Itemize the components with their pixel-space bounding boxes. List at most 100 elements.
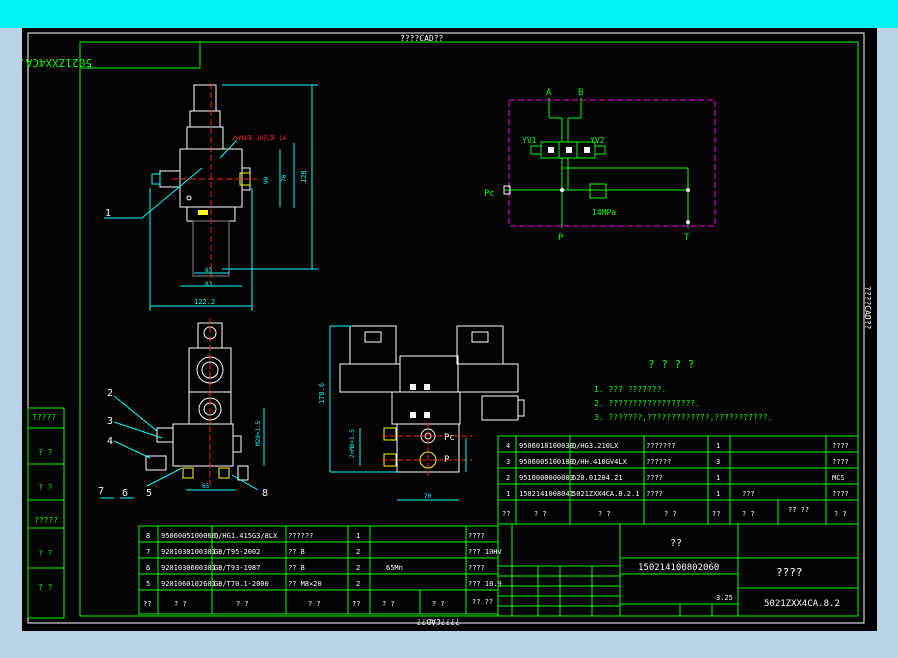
svg-text:? ?: ? ? <box>664 510 677 518</box>
svg-text:??: ?? <box>670 538 682 549</box>
svg-text:??: ?? <box>712 510 720 518</box>
svg-text:4: 4 <box>506 442 510 450</box>
svg-text:YV2: YV2 <box>590 136 605 145</box>
front-hole-note: 2×M8深 10孔深 14 <box>232 134 287 142</box>
svg-text:8: 8 <box>262 488 268 499</box>
svg-text:Q/HG3.210LX: Q/HG3.210LX <box>572 442 619 450</box>
lower-bom: 8 9506005100060Q/HG1.415G3/8LX?????? 1????… <box>138 525 503 615</box>
svg-text:7: 7 <box>146 548 150 556</box>
svg-text:??: ?? <box>352 600 360 608</box>
svg-text:9201030600301: 9201030600301 <box>161 564 216 572</box>
svg-text:? ?: ? ? <box>38 448 53 457</box>
svg-text:YV1: YV1 <box>522 136 537 145</box>
side-view: 2 3 4 5 6 7 8 M20×1.5 65 <box>98 318 268 499</box>
svg-text:? ?: ? ? <box>382 600 395 608</box>
svg-text:?? 8: ?? 8 <box>288 564 305 572</box>
svg-text:????: ???? <box>832 442 849 450</box>
svg-text:?????: ????? <box>34 516 58 525</box>
svg-text:? ?: ? ? <box>432 600 445 608</box>
svg-text:2: 2 <box>356 580 360 588</box>
svg-text:2: 2 <box>356 564 360 572</box>
svg-text:2. ??????????????????.: 2. ??????????????????. <box>594 399 700 408</box>
svg-text:3: 3 <box>107 416 113 427</box>
svg-text:1: 1 <box>716 442 720 450</box>
title-bar <box>0 0 898 28</box>
stamp-text: 5021ZXX4CA.8.2 <box>22 56 92 69</box>
svg-text:? ?: ? ? <box>598 510 611 518</box>
svg-text:5021ZXX4CA.8.2.1: 5021ZXX4CA.8.2.1 <box>572 490 639 498</box>
cad-canvas[interactable]: ????CAD?? ????CAD?? ????CAD?? 5021ZXX4CA… <box>22 28 877 631</box>
svg-text:128: 128 <box>300 170 308 183</box>
svg-text:Q/HH.410GV4LX: Q/HH.410GV4LX <box>572 458 628 466</box>
svg-text:178.6: 178.6 <box>318 383 326 404</box>
svg-text:65Mn: 65Mn <box>386 564 403 572</box>
svg-text:?? ??: ?? ?? <box>788 506 809 514</box>
svg-text:Pc: Pc <box>484 189 495 199</box>
svg-text:????: ???? <box>646 490 663 498</box>
svg-text:? ?: ? ? <box>534 510 547 518</box>
svg-text:5021ZXX4CA.8.2: 5021ZXX4CA.8.2 <box>764 599 840 609</box>
svg-text:6: 6 <box>146 564 150 572</box>
bottom-frame-label: ????CAD?? <box>416 617 460 626</box>
svg-text:??: ?? <box>143 600 151 608</box>
svg-text:????: ???? <box>468 532 485 540</box>
svg-text:70: 70 <box>281 174 288 182</box>
svg-text:??? 10HV: ??? 10HV <box>468 548 503 556</box>
svg-text:?? 8: ?? 8 <box>288 548 305 556</box>
svg-text:??? 10.9: ??? 10.9 <box>468 580 502 588</box>
svg-text:? ?: ? ? <box>834 510 847 518</box>
upper-bom-header: ?? ? ? ? ? ? ??? ? ? ?? ?? ? ? <box>502 506 847 518</box>
right-frame-label: ????CAD?? <box>863 286 872 330</box>
svg-text:MCS: MCS <box>832 474 845 482</box>
svg-text:5: 5 <box>146 580 150 588</box>
svg-text:65: 65 <box>205 267 213 274</box>
svg-text:1: 1 <box>716 474 720 482</box>
upper-bom: 4 9506018100030Q/HG3.210LX??????? 1???? 3 9… <box>497 435 859 525</box>
svg-text:3. ???????,?????????????,?????: 3. ???????,?????????????,???????????. <box>594 413 772 422</box>
upper-bom-rows: 4 9506018100030Q/HG3.210LX??????? 1???? 3 9… <box>506 442 849 498</box>
svg-text:????: ???? <box>776 566 803 579</box>
svg-text:??????: ?????? <box>288 532 313 540</box>
svg-text:9510000000003: 9510000000003 <box>519 474 574 482</box>
svg-text:7: 7 <box>98 486 104 497</box>
svg-text:5: 5 <box>146 488 152 499</box>
title-block: ?? 150214100802060 ???? 5021ZXX4CA.8.2 3… <box>497 523 859 617</box>
svg-text:GB/T93-1987: GB/T93-1987 <box>214 564 260 572</box>
front-leader-1: 1 <box>105 208 111 219</box>
svg-text:??????: ?????? <box>646 458 671 466</box>
outer-frame <box>27 32 865 624</box>
svg-text:? ?: ? ? <box>38 483 53 492</box>
svg-text:4: 4 <box>107 436 113 447</box>
svg-text:?? ??: ?? ?? <box>472 598 493 606</box>
svg-text:? ?: ? ? <box>38 549 53 558</box>
svg-text:P: P <box>558 233 564 243</box>
svg-text:????: ???? <box>832 458 849 466</box>
top-frame-label: ????CAD?? <box>400 34 444 43</box>
svg-text:?? M8×20: ?? M8×20 <box>288 580 322 588</box>
svg-text:3: 3 <box>716 458 720 466</box>
svg-text:1: 1 <box>506 490 510 498</box>
svg-text:T: T <box>684 233 690 243</box>
svg-text:GB/T70.1-2000: GB/T70.1-2000 <box>214 580 269 588</box>
svg-text:620.01204.21: 620.01204.21 <box>572 474 623 482</box>
svg-text:9201030100301: 9201030100301 <box>161 548 216 556</box>
svg-text:B: B <box>578 88 583 98</box>
svg-text:9506005100180: 9506005100180 <box>519 458 574 466</box>
svg-text:2: 2 <box>107 388 113 399</box>
svg-text:8: 8 <box>146 532 150 540</box>
svg-text:9506005100060: 9506005100060 <box>161 532 216 540</box>
svg-text:83: 83 <box>205 281 213 288</box>
svg-text:????: ???? <box>646 474 663 482</box>
lower-bom-rows: 8 9506005100060Q/HG1.415G3/8LX?????? 1????… <box>146 532 503 588</box>
hydraulic-schematic: A B YV1 YV2 Pc 14MPa P T <box>484 88 716 243</box>
drawing: ????CAD?? ????CAD?? ????CAD?? 5021ZXX4CA… <box>22 32 872 626</box>
svg-text:9506018100030: 9506018100030 <box>519 442 574 450</box>
svg-text:3: 3 <box>506 458 510 466</box>
valve-view: 178.6 2×M8×1.5 Pc P 70 <box>318 325 525 501</box>
svg-text:? ?: ? ? <box>174 600 187 608</box>
svg-text:Q/HG1.415G3/8LX: Q/HG1.415G3/8LX <box>214 532 278 540</box>
svg-text:1: 1 <box>716 490 720 498</box>
svg-text:??: ?? <box>502 510 510 518</box>
svg-text:GB/T95-2002: GB/T95-2002 <box>214 548 260 556</box>
svg-text:2×M8×1.5: 2×M8×1.5 <box>349 429 356 458</box>
